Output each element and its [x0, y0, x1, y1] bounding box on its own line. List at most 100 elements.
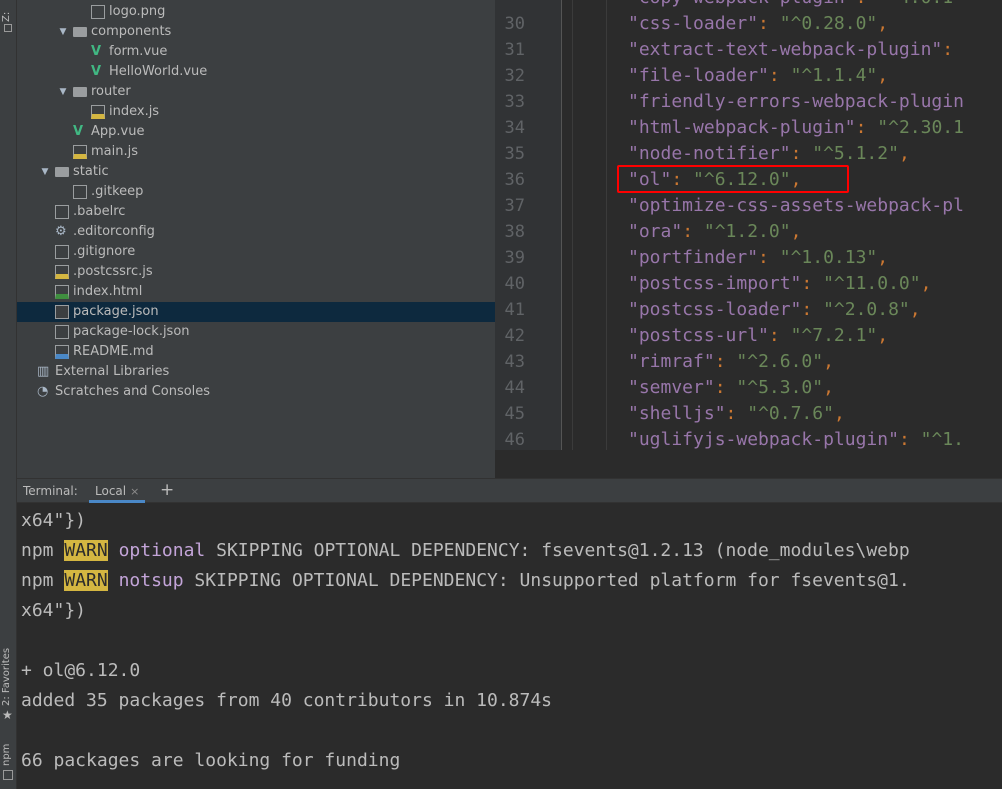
tree-item[interactable]: index.js — [17, 102, 495, 122]
json-separator: : — [856, 0, 878, 8]
json-key: "friendly-errors-webpack-plugin — [628, 91, 964, 112]
json-trailing: , — [823, 351, 834, 372]
tree-item[interactable]: Vform.vue — [17, 42, 495, 62]
code-line: "postcss-import": "^11.0.0", — [628, 271, 931, 297]
terminal-text: SKIPPING OPTIONAL DEPENDENCY: Unsupporte… — [183, 570, 910, 591]
structure-icon[interactable] — [4, 24, 12, 32]
tool-window-label-top[interactable]: Z: — [1, 12, 12, 22]
json-key: "postcss-loader" — [628, 299, 802, 320]
json-value: "^7.2.1" — [790, 325, 878, 346]
tree-item-label: .babelrc — [73, 204, 126, 219]
json-trailing: , — [909, 299, 921, 320]
star-icon[interactable]: ★ — [2, 708, 13, 722]
json-trailing: , — [790, 221, 802, 242]
terminal-line: x64"}) — [21, 506, 86, 536]
json-trailing: , — [877, 13, 889, 34]
tree-item-label: components — [91, 24, 172, 39]
json-key: "extract-text-webpack-plugin" — [628, 39, 943, 60]
terminal-text: added 35 packages from 40 contributors i… — [21, 690, 553, 711]
indent-guide — [606, 0, 607, 450]
json-separator: : — [714, 377, 737, 398]
tree-item[interactable]: .gitignore — [17, 242, 495, 262]
tree-item[interactable]: .gitkeep — [17, 182, 495, 202]
code-line: "uglifyjs-webpack-plugin": "^1. — [628, 427, 964, 450]
tree-item[interactable]: V App.vue — [17, 122, 495, 142]
tree-item-label: .gitignore — [73, 244, 136, 259]
json-key: "postcss-import" — [628, 273, 802, 294]
tree-item-label: .postcssrc.js — [73, 264, 153, 279]
json-key: "optimize-css-assets-webpack-pl — [628, 195, 964, 216]
json-key: "semver" — [628, 377, 715, 398]
tree-item[interactable]: .babelrc — [17, 202, 495, 222]
json-key: "css-loader" — [628, 13, 759, 34]
code-line: "friendly-errors-webpack-plugin — [628, 89, 964, 115]
tree-item[interactable]: .postcssrc.js — [17, 262, 495, 282]
favorites-tool-label[interactable]: 2: Favorites — [1, 648, 12, 706]
tree-item-label: App.vue — [91, 124, 145, 139]
json-separator: : — [682, 221, 704, 242]
tree-item[interactable]: V HelloWorld.vue — [17, 62, 495, 82]
code-line: "file-loader": "^1.1.4", — [628, 63, 888, 89]
terminal-tab-local[interactable]: Local × — [89, 479, 146, 503]
code-line: "postcss-loader": "^2.0.8", — [628, 297, 921, 323]
tree-item[interactable]: index.html — [17, 282, 495, 302]
terminal-text: 66 packages are looking for funding — [21, 750, 401, 771]
json-key: "shelljs" — [628, 403, 726, 424]
close-icon[interactable]: × — [130, 485, 139, 498]
tree-item-label: Scratches and Consoles — [55, 384, 211, 399]
json-key: "ora" — [628, 221, 683, 242]
npm-icon[interactable] — [3, 770, 13, 780]
line-number: 30 — [504, 14, 525, 34]
tree-item[interactable]: ▥ External Libraries — [17, 362, 495, 382]
code-line: "copy-webpack-plugin": "^4.0.1" — [628, 0, 964, 11]
json-value: "^0.28.0" — [779, 13, 878, 34]
tree-item-label: main.js — [91, 144, 138, 159]
json-key: "file-loader" — [628, 65, 769, 86]
tree-item[interactable]: ◔ Scratches and Consoles — [17, 382, 495, 402]
chevron-down-icon[interactable]: ▼ — [57, 22, 69, 42]
terminal-text: SKIPPING OPTIONAL DEPENDENCY: fsevents@1… — [205, 540, 910, 561]
tree-item[interactable]: ⚙ .editorconfig — [17, 222, 495, 242]
add-terminal-button[interactable]: + — [160, 479, 174, 501]
vue-file-icon: V — [91, 64, 102, 79]
json-trailing: , — [877, 247, 889, 268]
tree-item[interactable]: logo.png — [17, 2, 495, 22]
json-separator: : — [768, 325, 791, 346]
tree-item[interactable]: ▼ static — [17, 162, 495, 182]
tree-item[interactable]: package-lock.json — [17, 322, 495, 342]
tree-item[interactable]: ▼ components — [17, 22, 495, 42]
json-value: "^4.0.1" — [877, 0, 964, 8]
tree-item-label: External Libraries — [55, 364, 170, 379]
line-number: 44 — [504, 378, 525, 398]
terminal-output[interactable]: x64"}) npm WARN optional SKIPPING OPTIONA… — [17, 503, 1002, 789]
code-line: "html-webpack-plugin": "^2.30.1 — [628, 115, 964, 141]
config-file-icon — [55, 245, 69, 259]
json-trailing: , — [877, 65, 889, 86]
js-file-icon — [73, 145, 87, 159]
indent-guide — [572, 0, 573, 450]
line-number: 35 — [504, 144, 525, 164]
tree-item-label: index.html — [73, 284, 143, 299]
tree-item[interactable]: ▼ router — [17, 82, 495, 102]
tree-item[interactable]: main.js — [17, 142, 495, 162]
chevron-down-icon[interactable]: ▼ — [39, 162, 51, 182]
image-file-icon — [91, 5, 105, 19]
tree-item-label: README.md — [73, 344, 154, 359]
code-line: "extract-text-webpack-plugin": — [628, 37, 953, 63]
json-value: "^0.7.6" — [747, 403, 834, 424]
line-number: 34 — [504, 118, 525, 138]
json-trailing: , — [920, 273, 932, 294]
tree-item[interactable]: package.json — [17, 302, 495, 322]
npm-tool-label[interactable]: npm — [1, 744, 12, 766]
json-key: "portfinder" — [628, 247, 759, 268]
folder-icon — [73, 87, 87, 97]
tree-item-label: .gitkeep — [91, 184, 144, 199]
terminal-text: x64"}) — [21, 510, 87, 531]
terminal-prefix: npm — [21, 570, 65, 591]
line-number: 45 — [504, 404, 525, 424]
tree-item[interactable]: README.md — [17, 342, 495, 362]
chevron-down-icon[interactable]: ▼ — [57, 82, 69, 102]
code-line: "optimize-css-assets-webpack-pl — [628, 193, 964, 219]
code-line: "postcss-url": "^7.2.1", — [628, 323, 888, 349]
code-editor[interactable]: 30 31 32 33 34 35 36 37 38 39 40 41 42 43 44 45 46 "copy… — [495, 0, 1002, 450]
